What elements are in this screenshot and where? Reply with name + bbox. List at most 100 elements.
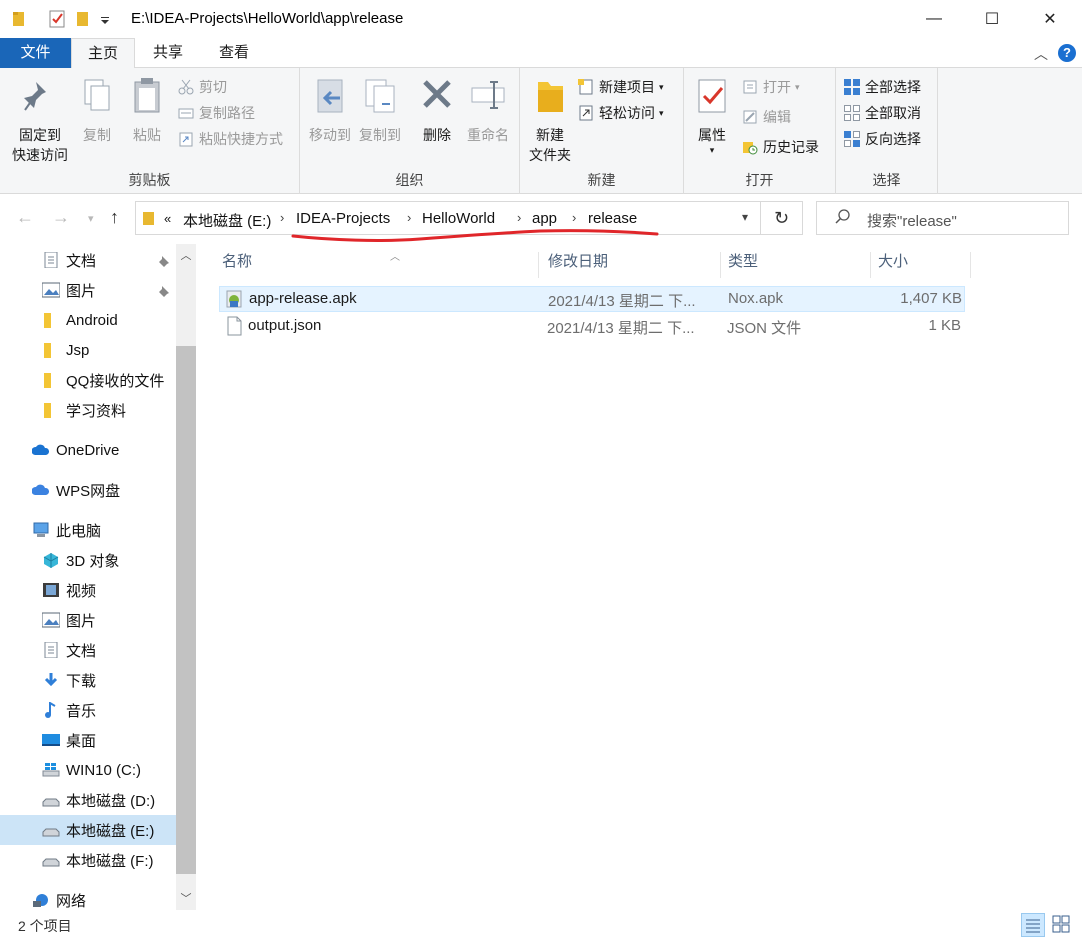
nav-item-drive-e[interactable]: 本地磁盘 (E:) — [0, 815, 176, 845]
tab-share[interactable]: 共享 — [142, 38, 194, 68]
column-header-date[interactable]: 修改日期 — [541, 252, 721, 278]
column-header-size[interactable]: 大小 — [871, 252, 971, 278]
refresh-button[interactable]: ↻ — [761, 201, 803, 235]
paste-button[interactable]: 粘贴 — [126, 76, 168, 145]
folder-icon — [44, 403, 51, 418]
search-input[interactable]: 搜索"release" — [816, 201, 1069, 235]
folder-icon — [44, 313, 51, 328]
copy-button[interactable]: 复制 — [76, 76, 118, 145]
file-name[interactable]: app-release.apk — [249, 290, 357, 307]
help-icon[interactable]: ? — [1058, 44, 1076, 62]
recent-locations-icon[interactable]: ▾ — [88, 212, 94, 225]
nav-item-videos[interactable]: 视频 — [0, 575, 176, 605]
refresh-icon: ↻ — [773, 208, 790, 228]
scroll-up-icon[interactable]: ︿ — [176, 246, 196, 266]
select-none-button[interactable]: 全部取消 — [844, 102, 921, 124]
nav-item-wps-cloud[interactable]: WPS网盘 — [0, 475, 176, 505]
nav-item-pictures[interactable]: 图片 — [0, 605, 176, 635]
new-item-button[interactable]: 新建项目 ▾ — [578, 76, 664, 98]
open-label: 打开 — [763, 79, 791, 95]
nav-item-drive-d[interactable]: 本地磁盘 (D:) — [0, 785, 176, 815]
window-title: E:\IDEA-Projects\HelloWorld\app\release — [131, 10, 404, 27]
breadcrumb-idea-projects[interactable]: IDEA-Projects — [296, 210, 390, 227]
nav-item-documents-quick[interactable]: 文档 — [0, 245, 176, 275]
open-button[interactable]: 打开 ▾ — [742, 76, 800, 98]
cut-button[interactable]: 剪切 — [178, 76, 227, 98]
nav-item-music[interactable]: 音乐 — [0, 695, 176, 725]
customize-quick-access-icon[interactable] — [98, 9, 112, 29]
drive-icon — [42, 858, 60, 867]
history-icon — [743, 142, 758, 155]
nav-item-drive-c[interactable]: WIN10 (C:) — [0, 755, 176, 785]
new-folder-label-2: 文件夹 — [529, 147, 571, 163]
breadcrumb-overflow[interactable]: « — [164, 211, 171, 226]
select-all-button[interactable]: 全部选择 — [844, 76, 921, 98]
pin-icon — [159, 286, 169, 297]
address-dropdown-icon[interactable]: ▾ — [742, 210, 748, 224]
properties-quick-icon[interactable] — [48, 9, 66, 29]
breadcrumb-drive-e[interactable]: 本地磁盘 (E:) — [183, 210, 271, 231]
nav-item-drive-f[interactable]: 本地磁盘 (F:) — [0, 845, 176, 875]
move-to-icon — [317, 79, 343, 113]
breadcrumb-separator-icon[interactable]: › — [280, 210, 284, 225]
new-group-label: 新建 — [587, 172, 616, 188]
back-arrow-icon[interactable]: ← — [16, 207, 34, 228]
edit-button[interactable]: 编辑 — [742, 106, 791, 128]
breadcrumb-helloworld[interactable]: HelloWorld — [422, 210, 495, 227]
tab-file[interactable]: 文件 — [0, 38, 71, 68]
copy-path-button[interactable]: 复制路径 — [178, 102, 255, 124]
nav-item-3d-objects[interactable]: 3D 对象 — [0, 545, 176, 575]
nav-item-documents[interactable]: 文档 — [0, 635, 176, 665]
nav-item-this-pc[interactable]: 此电脑 — [0, 515, 176, 545]
move-to-button[interactable]: 移动到 — [306, 76, 354, 145]
column-header-type[interactable]: 类型 — [721, 252, 871, 278]
new-folder-quick-icon[interactable] — [76, 9, 90, 29]
forward-arrow-icon[interactable]: → — [52, 207, 70, 228]
nav-item-qq-files[interactable]: QQ接收的文件 — [0, 365, 176, 395]
nav-item-pictures-quick[interactable]: 图片 — [0, 275, 176, 305]
collapse-ribbon-icon[interactable]: ︿ — [1034, 44, 1048, 64]
breadcrumb-app[interactable]: app — [532, 210, 557, 227]
rename-button[interactable]: 重命名 — [462, 76, 514, 145]
tab-home[interactable]: 主页 — [71, 38, 135, 69]
history-button[interactable]: 历史记录 — [742, 136, 819, 158]
file-name[interactable]: output.json — [248, 317, 321, 334]
address-bar[interactable]: « 本地磁盘 (E:) › IDEA-Projects › HelloWorld… — [135, 201, 761, 235]
new-folder-button[interactable]: 新建 文件夹 — [524, 76, 576, 165]
table-row[interactable]: output.json 2021/4/13 星期二 下... JSON 文件 1… — [219, 314, 965, 340]
easy-access-button[interactable]: 轻松访问 ▾ — [578, 102, 664, 124]
nav-scrollbar-thumb[interactable] — [176, 346, 196, 874]
nav-item-onedrive[interactable]: OneDrive — [0, 435, 176, 465]
scroll-down-icon[interactable]: ﹀ — [176, 889, 196, 909]
nav-item-desktop[interactable]: 桌面 — [0, 725, 176, 755]
properties-button[interactable]: 属性 ▾ — [692, 76, 732, 155]
delete-button[interactable]: 删除 — [416, 76, 458, 145]
nav-item-study-materials[interactable]: 学习资料 — [0, 395, 176, 425]
nav-item-label: Jsp — [66, 341, 90, 359]
minimize-button[interactable]: — — [905, 0, 963, 38]
tab-view[interactable]: 查看 — [208, 38, 260, 68]
folder-icon[interactable] — [12, 9, 26, 29]
up-arrow-icon[interactable]: ↑ — [110, 207, 119, 228]
close-button[interactable]: ✕ — [1021, 0, 1079, 38]
large-icons-view-button[interactable] — [1050, 913, 1074, 937]
table-row[interactable]: app-release.apk 2021/4/13 星期二 下... Nox.a… — [219, 286, 965, 312]
nav-item-label: 桌面 — [66, 732, 97, 750]
breadcrumb-release[interactable]: release — [588, 210, 637, 227]
invert-selection-button[interactable]: 反向选择 — [844, 128, 921, 150]
copy-to-button[interactable]: 复制到 — [356, 76, 404, 145]
breadcrumb-separator-icon[interactable]: › — [572, 210, 576, 225]
paste-shortcut-button[interactable]: 粘贴快捷方式 — [178, 128, 283, 150]
pin-quick-access-button[interactable]: 固定到 快速访问 — [6, 76, 74, 165]
organize-group-label: 组织 — [395, 172, 424, 188]
breadcrumb-separator-icon[interactable]: › — [407, 210, 411, 225]
breadcrumb-separator-icon[interactable]: › — [517, 210, 521, 225]
column-header-label: 大小 — [878, 253, 909, 270]
column-header-name[interactable]: ︿ 名称 — [215, 252, 539, 278]
nav-item-jsp[interactable]: Jsp — [0, 335, 176, 365]
column-header-label: 名称 — [222, 253, 253, 270]
details-view-button[interactable] — [1021, 913, 1045, 937]
maximize-button[interactable]: ☐ — [963, 0, 1021, 38]
nav-item-android[interactable]: Android — [0, 305, 176, 335]
nav-item-downloads[interactable]: 下载 — [0, 665, 176, 695]
